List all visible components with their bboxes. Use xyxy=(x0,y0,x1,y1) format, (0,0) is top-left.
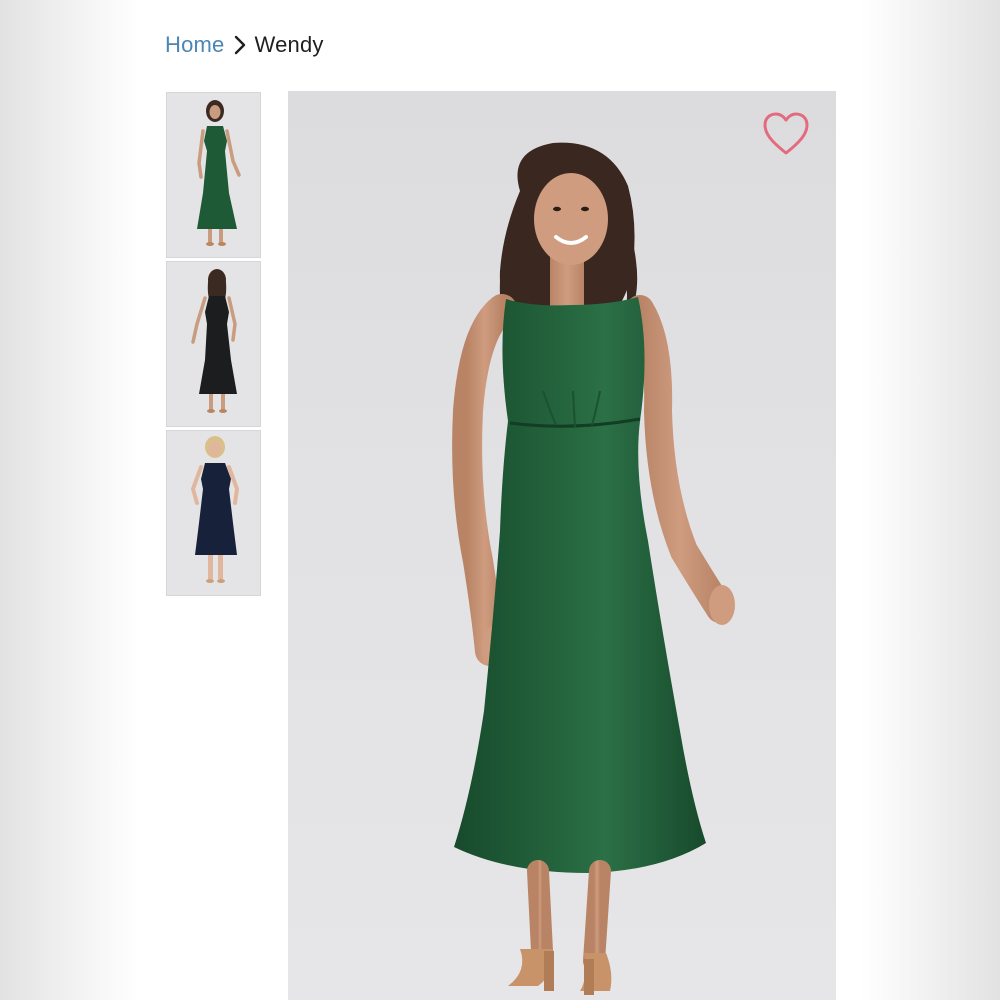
main-product-image[interactable] xyxy=(288,91,836,1000)
thumbnail-black-back[interactable] xyxy=(166,261,261,427)
product-page: Home Wendy xyxy=(139,0,861,1000)
heart-icon[interactable] xyxy=(762,111,810,157)
breadcrumb: Home Wendy xyxy=(165,30,324,60)
thumbnail-green-front[interactable] xyxy=(166,92,261,258)
breadcrumb-current: Wendy xyxy=(254,32,324,57)
thumbnail-list xyxy=(166,92,261,599)
thumbnail-navy-front[interactable] xyxy=(166,430,261,596)
chevron-right-icon xyxy=(231,34,249,56)
breadcrumb-home-link[interactable]: Home xyxy=(165,32,225,58)
